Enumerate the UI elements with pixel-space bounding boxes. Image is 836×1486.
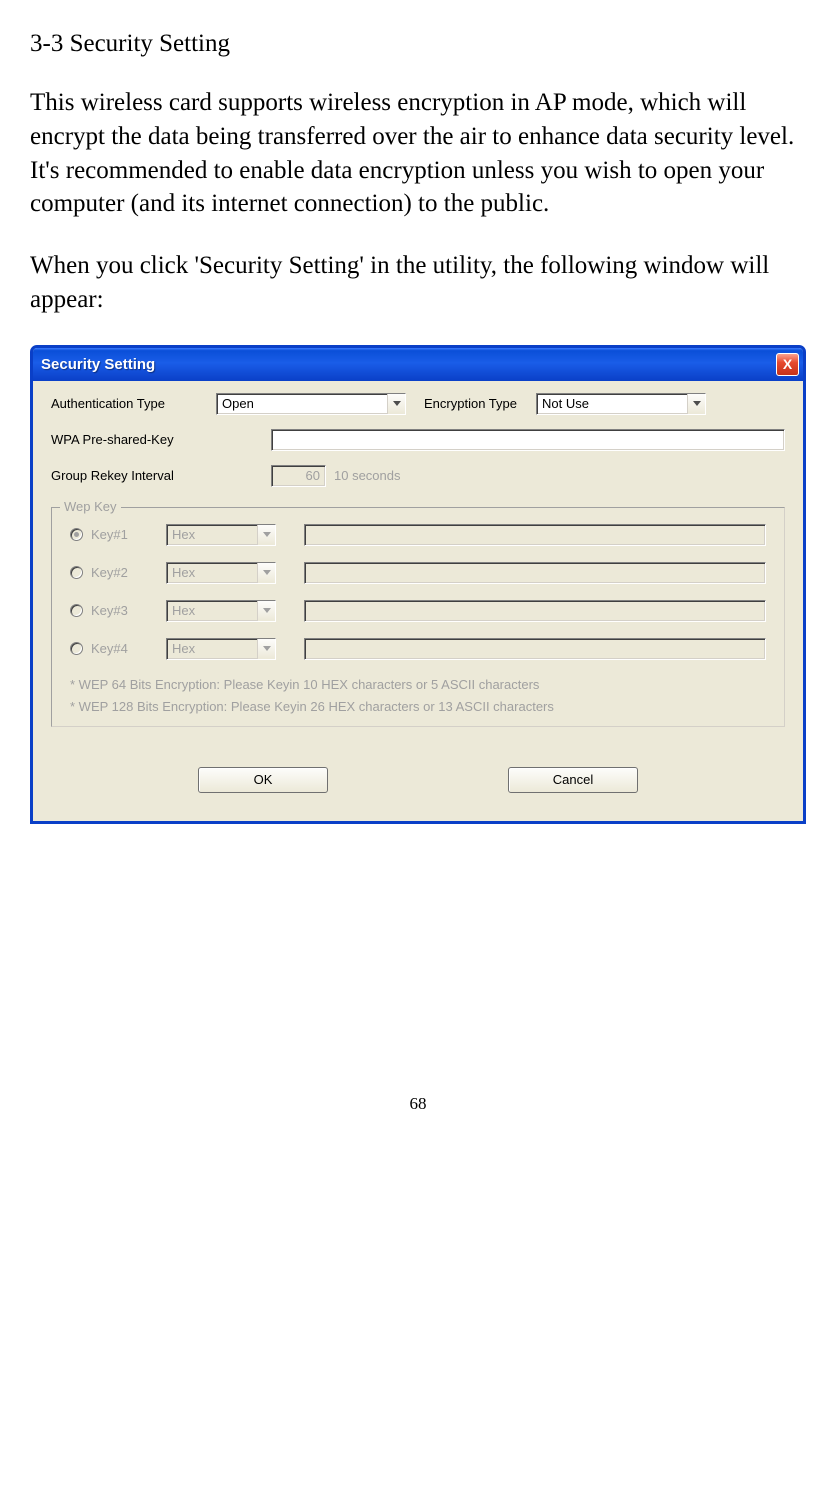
dropdown-button — [257, 563, 275, 583]
security-setting-window: Security Setting X Authentication Type O… — [30, 345, 806, 824]
chevron-down-icon — [263, 570, 271, 575]
wep-key2-radio — [70, 566, 83, 579]
wep-hint-128: * WEP 128 Bits Encryption: Please Keyin … — [70, 698, 766, 716]
close-icon: X — [783, 356, 792, 372]
wep-hint-64: * WEP 64 Bits Encryption: Please Keyin 1… — [70, 676, 766, 694]
auth-type-select[interactable]: Open — [216, 393, 406, 415]
radio-dot-icon — [74, 532, 79, 537]
wep-key2-format: Hex — [167, 563, 257, 583]
wpa-psk-label: WPA Pre-shared-Key — [51, 432, 271, 447]
wep-key-legend: Wep Key — [60, 499, 121, 514]
wep-key-fieldset: Wep Key Key#1 Hex Key#2 Hex — [51, 507, 785, 727]
chevron-down-icon — [393, 401, 401, 406]
encryption-type-label: Encryption Type — [406, 396, 536, 411]
dropdown-button — [257, 601, 275, 621]
auth-type-value: Open — [217, 394, 387, 414]
wep-key-row: Key#3 Hex — [70, 600, 766, 622]
wep-key2-format-select: Hex — [166, 562, 276, 584]
wep-key3-label: Key#3 — [91, 603, 166, 618]
auth-type-label: Authentication Type — [51, 396, 216, 411]
paragraph-intro: This wireless card supports wireless enc… — [30, 86, 806, 221]
wep-key4-format: Hex — [167, 639, 257, 659]
page-number: 68 — [30, 1094, 806, 1134]
cancel-button[interactable]: Cancel — [508, 767, 638, 793]
wep-key2-label: Key#2 — [91, 565, 166, 580]
encryption-type-value: Not Use — [537, 394, 687, 414]
group-rekey-input: 60 — [271, 465, 326, 487]
chevron-down-icon — [263, 532, 271, 537]
wep-key-row: Key#1 Hex — [70, 524, 766, 546]
wep-key-row: Key#2 Hex — [70, 562, 766, 584]
wep-key1-format-select: Hex — [166, 524, 276, 546]
wep-key4-format-select: Hex — [166, 638, 276, 660]
wep-key1-input — [304, 524, 766, 546]
wep-key1-label: Key#1 — [91, 527, 166, 542]
wep-key3-format: Hex — [167, 601, 257, 621]
encryption-type-select[interactable]: Not Use — [536, 393, 706, 415]
dropdown-button[interactable] — [687, 394, 705, 414]
wep-key3-input — [304, 600, 766, 622]
chevron-down-icon — [263, 608, 271, 613]
close-button[interactable]: X — [776, 353, 799, 376]
dropdown-button — [257, 639, 275, 659]
wpa-psk-input[interactable] — [271, 429, 785, 451]
dropdown-button — [257, 525, 275, 545]
wep-key4-label: Key#4 — [91, 641, 166, 656]
group-rekey-unit: 10 seconds — [334, 468, 401, 483]
ok-button[interactable]: OK — [198, 767, 328, 793]
paragraph-lead-in: When you click 'Security Setting' in the… — [30, 249, 806, 317]
wep-key-row: Key#4 Hex — [70, 638, 766, 660]
wep-key1-radio — [70, 528, 83, 541]
group-rekey-label: Group Rekey Interval — [51, 468, 271, 483]
dropdown-button[interactable] — [387, 394, 405, 414]
wep-key2-input — [304, 562, 766, 584]
chevron-down-icon — [263, 646, 271, 651]
wep-key1-format: Hex — [167, 525, 257, 545]
wep-key3-radio — [70, 604, 83, 617]
window-body: Authentication Type Open Encryption Type… — [33, 381, 803, 821]
wep-key3-format-select: Hex — [166, 600, 276, 622]
window-title: Security Setting — [41, 356, 155, 373]
window-titlebar: Security Setting X — [33, 348, 803, 381]
section-heading: 3-3 Security Setting — [30, 30, 806, 58]
wep-key4-input — [304, 638, 766, 660]
chevron-down-icon — [693, 401, 701, 406]
wep-key4-radio — [70, 642, 83, 655]
